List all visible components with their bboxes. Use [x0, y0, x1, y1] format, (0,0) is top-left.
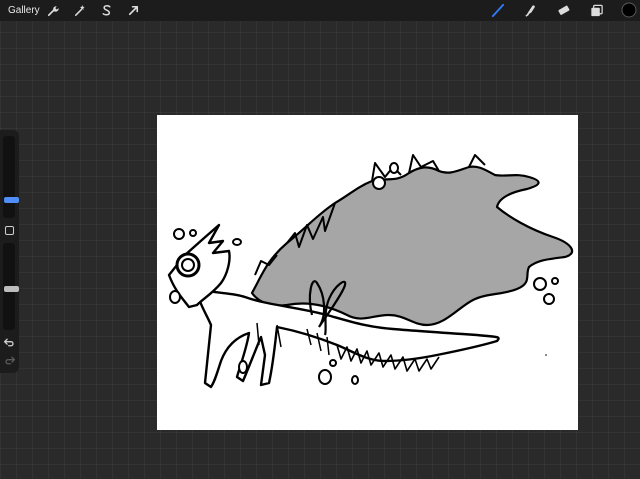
layers-icon[interactable]: [589, 3, 604, 18]
brush-size-slider[interactable]: [3, 136, 19, 218]
transform-arrow-icon[interactable]: [126, 3, 141, 18]
selection-s-icon[interactable]: [99, 3, 114, 18]
brush-icon[interactable]: [490, 3, 505, 18]
square-modify-icon[interactable]: [5, 226, 14, 235]
wrench-icon[interactable]: [45, 3, 60, 18]
opacity-handle[interactable]: [4, 286, 19, 292]
eraser-icon[interactable]: [556, 3, 571, 18]
top-toolbar: Gallery: [0, 0, 640, 21]
artwork: [167, 154, 574, 389]
drawing-canvas[interactable]: [157, 115, 578, 430]
smudge-icon[interactable]: [523, 3, 538, 18]
gallery-button[interactable]: Gallery: [8, 4, 40, 17]
magic-wand-icon[interactable]: [72, 3, 87, 18]
left-sidebar: [0, 130, 19, 373]
undo-icon[interactable]: [3, 336, 16, 349]
opacity-slider[interactable]: [3, 243, 19, 330]
redo-icon[interactable]: [3, 354, 16, 367]
color-swatch-icon[interactable]: [621, 2, 637, 18]
brush-size-handle[interactable]: [4, 197, 19, 203]
